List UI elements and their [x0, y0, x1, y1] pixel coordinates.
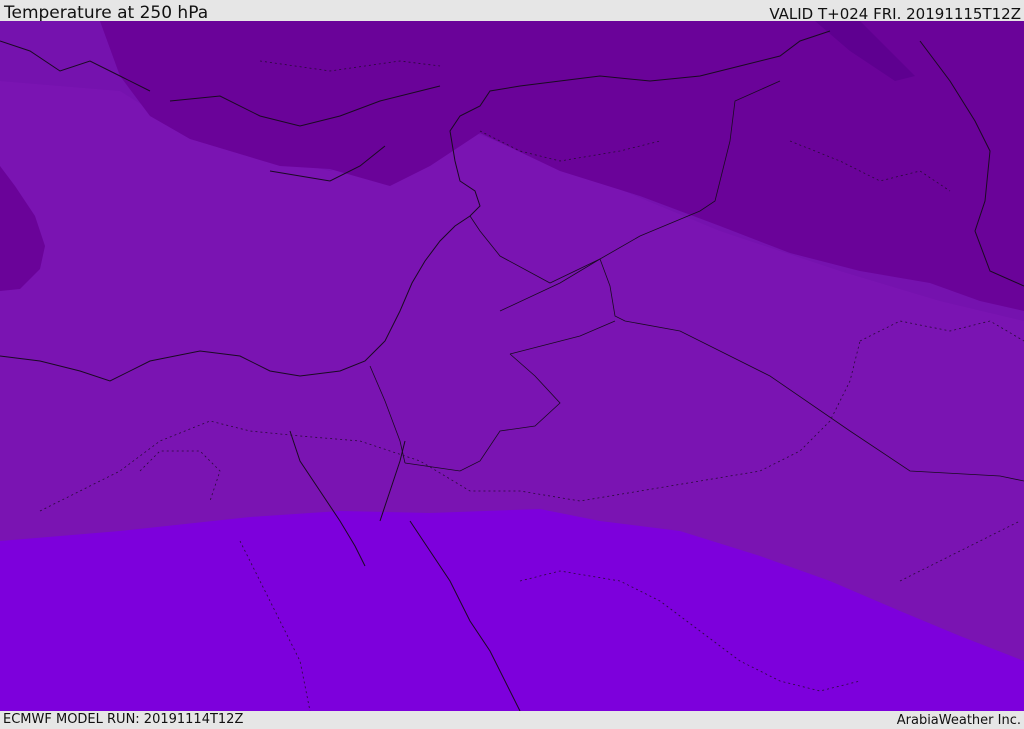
header-bar: Temperature at 250 hPa VALID T+024 FRI. …: [0, 0, 1024, 23]
temperature-map: [0, 21, 1024, 711]
credit-label: ArabiaWeather Inc.: [896, 713, 1021, 728]
map-canvas: [0, 21, 1024, 711]
footer-bar: ECMWF MODEL RUN: 20191114T12Z ArabiaWeat…: [0, 711, 1024, 729]
weather-map-page: Temperature at 250 hPa VALID T+024 FRI. …: [0, 0, 1024, 729]
map-title: Temperature at 250 hPa: [4, 3, 209, 23]
model-run-label: ECMWF MODEL RUN: 20191114T12Z: [3, 712, 244, 727]
